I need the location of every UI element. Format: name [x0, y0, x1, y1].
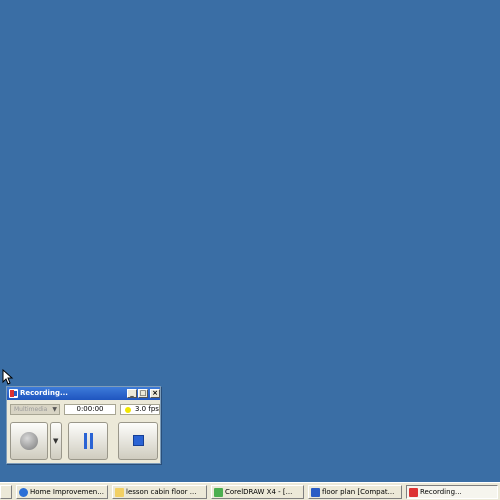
stop-button[interactable]	[118, 422, 158, 460]
taskbar-item-floor-plan[interactable]: floor plan [Compat...	[308, 485, 402, 499]
close-button[interactable]: ×	[150, 389, 160, 398]
recording-mode-select[interactable]: Multimedia ▼	[10, 404, 60, 415]
document-icon	[311, 488, 320, 497]
ie-icon	[19, 488, 28, 497]
pause-icon	[84, 433, 94, 449]
fps-indicator: 3.0 fps	[120, 404, 160, 415]
recorder-title: Recording...	[20, 389, 68, 397]
taskbar-item-coreldraw[interactable]: CorelDRAW X4 - [...	[211, 485, 304, 499]
record-button[interactable]	[10, 422, 48, 460]
recorder-window: Recording... _ □ × Multimedia ▼ 0:00:00 …	[6, 386, 161, 464]
record-icon	[20, 432, 38, 450]
start-button[interactable]	[0, 485, 12, 499]
fps-value: 3.0 fps	[135, 405, 159, 413]
chevron-down-icon: ▼	[53, 437, 59, 445]
recorder-app-icon	[9, 389, 18, 398]
desktop: Recording... _ □ × Multimedia ▼ 0:00:00 …	[0, 0, 500, 482]
taskbar-item-recording[interactable]: Recording...	[406, 485, 498, 499]
minimize-button[interactable]: _	[127, 389, 137, 398]
taskbar: Home Improvemen... lesson cabin floor ..…	[0, 482, 500, 500]
chevron-down-icon: ▼	[52, 406, 57, 413]
status-light-icon	[125, 407, 131, 413]
record-options-dropdown[interactable]: ▼	[50, 422, 62, 460]
recorder-icon	[409, 488, 418, 497]
folder-icon	[115, 488, 124, 497]
recorder-title-bar[interactable]: Recording... _ □ ×	[7, 387, 160, 400]
coreldraw-icon	[214, 488, 223, 497]
taskbar-item-lesson-cabin-floor[interactable]: lesson cabin floor ...	[112, 485, 207, 499]
recording-mode-value: Multimedia	[14, 406, 48, 413]
recording-timer: 0:00:00	[64, 404, 116, 415]
maximize-button[interactable]: □	[138, 389, 148, 398]
pause-button[interactable]	[68, 422, 108, 460]
mouse-pointer-icon	[2, 369, 14, 385]
stop-icon	[133, 435, 144, 446]
taskbar-item-home-improvement[interactable]: Home Improvemen...	[16, 485, 108, 499]
recorder-status-row: Multimedia ▼ 0:00:00 3.0 fps	[10, 404, 160, 416]
